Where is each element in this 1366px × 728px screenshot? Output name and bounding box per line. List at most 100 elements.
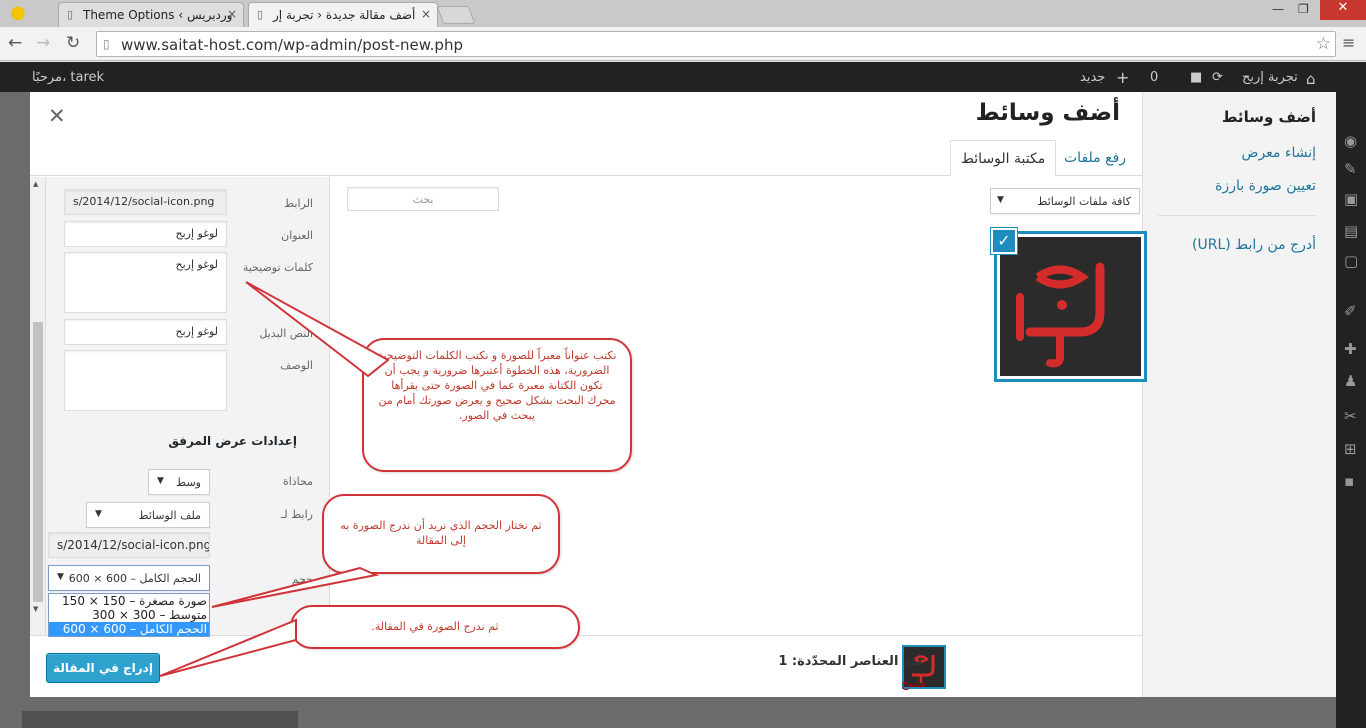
link-url-field[interactable]: s/2014/12/social-icon.png [48,532,210,558]
align-label: محاذاة [282,475,313,488]
selection-count: عدد العناصر المحدّدة: 1 [778,654,926,669]
plus-icon: + [1116,68,1130,87]
size-select[interactable]: الحجم الكامل – 600 × 600 ▼ [48,565,210,591]
admin-menu-collapsed: ◉ ✎ ▣ ▤ ▢ ✐ ✚ ♟ ✂ ⊞ ▪ [1336,92,1366,728]
tab-upload[interactable]: رفع ملفات [1054,140,1136,176]
align-value: وسط [176,476,201,489]
callout-insert: ثم ندرج الصورة في المقالة. [290,605,580,649]
close-icon[interactable]: × [227,7,237,21]
featured-image-link[interactable]: تعيين صورة بارزة [1215,178,1316,194]
scroll-up-icon[interactable]: ▲ [33,180,38,188]
page-below [0,697,1336,728]
window-close-button[interactable]: ✕ [1320,0,1366,20]
url-text: www.saitat-host.com/wp-admin/post-new.ph… [121,36,463,54]
size-options-list: صورة مصغرة – 150 × 150 متوسط – 300 × 300… [48,593,210,637]
align-select[interactable]: وسط ▼ [148,469,210,495]
postbox [22,711,298,728]
display-settings-heading: إعدادات عرض المرفق [168,434,297,448]
router-tabs: رفع ملفات مكتبة الوسائط [30,140,1142,176]
size-option-medium[interactable]: متوسط – 300 × 300 [49,608,209,622]
filter-value: كافة ملفات الوسائط [1037,195,1131,208]
modal-title: أضف وسائط [975,100,1120,126]
page-icon: ▯ [103,37,110,51]
size-option-full[interactable]: الحجم الكامل – 600 × 600 [49,622,209,636]
menu-icon[interactable]: ≡ [1342,33,1355,52]
logo-svg [1000,237,1141,376]
description-field[interactable] [64,350,227,411]
tools-icon[interactable]: ✂ [1344,407,1357,425]
media-menu: أضف وسائط إنشاء معرض تعيين صورة بارزة أد… [1142,92,1336,697]
tab-library[interactable]: مكتبة الوسائط [950,140,1057,176]
media-filter-select[interactable]: كافة ملفات الوسائط ▼ [990,188,1140,214]
browser-tab-new-post[interactable]: ▯ أضف مقالة جديدة ‹ تجربة إر × [248,2,438,27]
alt-label: النص البديل [259,327,313,340]
admin-bar: ⌂ تجربة إربح ⟳ ■ 0 + جديد مرحبًا، tarek [0,62,1366,92]
site-name[interactable]: تجربة إربح [1242,70,1298,85]
callout-title-caption: نكتب عنواناً معبراً للصورة و نكتب الكلما… [362,338,632,472]
home-icon[interactable]: ⌂ [1306,70,1316,88]
comment-icon: ■ [1190,70,1203,85]
scrollbar[interactable]: ▲ ▼ [30,177,46,637]
dropdown-arrow-icon: ▼ [57,572,67,582]
dropdown-arrow-icon: ▼ [997,195,1004,205]
search-input[interactable]: بحث [347,187,499,211]
tab-label: أضف مقالة جديدة ‹ تجربة إر [273,8,416,22]
media-icon[interactable]: ▣ [1344,190,1358,208]
plugins-icon[interactable]: ✚ [1344,340,1357,358]
link-select[interactable]: ملف الوسائط ▼ [86,502,210,528]
insert-into-post-button[interactable]: إدراج في المقالة [46,653,160,683]
title-label: العنوان [281,229,313,242]
back-icon[interactable]: ← [8,33,22,53]
scroll-down-icon[interactable]: ▼ [33,605,38,613]
forward-icon[interactable]: → [36,33,50,53]
comments-icon[interactable]: ▢ [1344,252,1358,270]
browser-tab-theme-options[interactable]: ▯ Theme Options ‹ وردبريس × [58,2,244,27]
callout-size: ثم نختار الحجم الذي نريد أن ندرج الصورة … [322,494,560,574]
close-icon[interactable]: × [421,7,431,21]
title-field[interactable]: لوغو إربح [64,221,227,247]
menu-heading[interactable]: أضف وسائط [1222,108,1316,126]
url-field[interactable]: s/2014/12/social-icon.png [64,189,227,215]
pin-icon[interactable]: ✎ [1344,160,1357,178]
separator [1158,215,1316,216]
caption-label: كلمات توضيحية [242,261,313,274]
size-label: حجم [291,573,313,586]
caption-field[interactable]: لوغو إربح [64,252,227,313]
browser-toolbar: ← → ↻ ▯ www.saitat-host.com/wp-admin/pos… [0,27,1366,61]
appearance-icon[interactable]: ✐ [1344,302,1357,320]
scroll-thumb[interactable] [33,322,43,602]
document-icon: ▯ [257,8,264,21]
description-label: الوصف [280,359,313,372]
users-icon[interactable]: ♟ [1344,372,1357,390]
media-modal: أضف وسائط إنشاء معرض تعيين صورة بارزة أد… [30,92,1336,697]
insert-from-url-link[interactable]: أدرج من رابط (URL) [1192,237,1316,253]
check-icon[interactable]: ✓ [991,228,1017,254]
minimize-icon[interactable]: — [1272,2,1284,16]
greeting[interactable]: مرحبًا، tarek [32,70,104,85]
media-toolbar: إدراج في المقالة عدد العناصر المحدّدة: 1… [30,635,1142,697]
browser-chrome: ● ▯ Theme Options ‹ وردبريس × ▯ أضف مقال… [0,0,1366,62]
lightbulb-icon: ● [10,2,26,23]
address-bar[interactable]: ▯ www.saitat-host.com/wp-admin/post-new.… [96,31,1336,57]
create-gallery-link[interactable]: إنشاء معرض [1242,145,1316,161]
settings-icon[interactable]: ⊞ [1344,440,1357,458]
dropdown-arrow-icon: ▼ [95,509,102,519]
updates-icon[interactable]: ⟳ [1212,70,1223,85]
close-icon[interactable]: ✕ [48,104,66,128]
alt-field[interactable]: لوغو إربح [64,319,227,345]
new-tab-button[interactable] [436,6,476,24]
attachment-thumbnail[interactable]: ✓ [991,228,1147,382]
link-label: رابط لـ [281,508,313,521]
maximize-icon[interactable]: ❐ [1298,2,1309,16]
dashboard-icon[interactable]: ◉ [1344,132,1357,150]
url-label: الرابط [283,197,313,210]
new-menu[interactable]: جديد [1080,70,1105,85]
reload-icon[interactable]: ↻ [66,33,80,53]
comments-count[interactable]: 0 [1150,70,1158,85]
extra-icon[interactable]: ▪ [1344,472,1354,490]
pages-icon[interactable]: ▤ [1344,222,1358,240]
star-icon[interactable]: ☆ [1316,34,1331,54]
clear-selection-link[interactable]: مسح [901,676,926,690]
logo-image [1000,237,1141,376]
size-option-thumbnail[interactable]: صورة مصغرة – 150 × 150 [49,594,209,608]
